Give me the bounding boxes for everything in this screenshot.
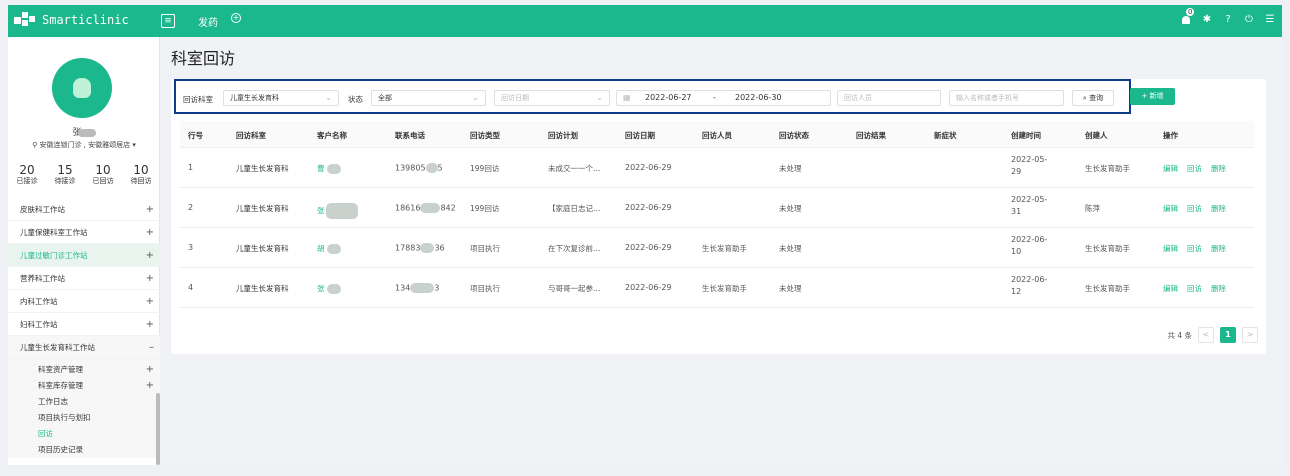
prev-page-button[interactable]: < (1198, 327, 1214, 343)
bell-icon[interactable]: 0 (1180, 8, 1195, 26)
dept-label: 回访科室 (183, 95, 213, 104)
menu-toggle-icon[interactable]: ≡ (161, 14, 175, 28)
followup-link[interactable]: 回访 (1187, 243, 1202, 254)
power-icon[interactable]: ⏻ (1243, 14, 1255, 26)
expand-icon: + (145, 273, 154, 284)
sidebar-item-growth[interactable]: 儿童生长发育科工作站 – (8, 336, 160, 359)
help-icon[interactable]: ? (1222, 14, 1234, 26)
status-select[interactable]: 全部 ⌄ (371, 90, 486, 106)
query-button[interactable]: ⌕ 查询 (1072, 90, 1114, 106)
dept-select[interactable]: 儿童生长发育科 ⌄ (223, 90, 339, 106)
caret-down-icon: ▾ (130, 141, 136, 149)
sidebar-sub-worklog[interactable]: 工作日志 (8, 394, 160, 410)
stat-waiting[interactable]: 15 待接诊 (55, 164, 76, 186)
logo-icon (14, 12, 36, 28)
edit-link[interactable]: 编辑 (1163, 163, 1178, 174)
date-type-select[interactable]: 回访日期 ⌄ (494, 90, 610, 106)
followup-link[interactable]: 回访 (1187, 163, 1202, 174)
customer-link[interactable]: 张 (317, 283, 341, 294)
stats-panel: 20 已接诊 15 待接诊 10 已回访 10 待回访 (8, 164, 160, 186)
customer-link[interactable]: 曹 (317, 163, 341, 174)
location-text: 安徽连锁门诊 , 安徽雅颂居店 (39, 141, 131, 149)
header-title[interactable]: 发药 (198, 14, 218, 29)
top-bar: Smarticlinic ≡ 发药 + 0 ✱ ? ⏻ ☰ (8, 5, 1282, 37)
stat-visited[interactable]: 10 已回访 (93, 164, 114, 186)
sidebar: 张 ⚲ 安徽连锁门诊 , 安徽雅颂居店 ▾ 20 已接诊 15 待接诊 10 已回访 … (8, 37, 160, 465)
sidebar-sub-assets[interactable]: 科室资产管理 + (8, 362, 160, 378)
sidebar-item-nutrition[interactable]: 营养科工作站 + (8, 267, 160, 290)
followup-link[interactable]: 回访 (1187, 283, 1202, 294)
app-name: Smarticlinic (42, 13, 129, 27)
expand-icon: + (145, 227, 154, 238)
expand-icon: + (145, 204, 154, 215)
sidebar-sub-history[interactable]: 项目历史记录 (8, 442, 160, 458)
content-card: 回访科室 儿童生长发育科 ⌄ 状态 全部 ⌄ 回访日期 ⌄ ▦ 2022-06-27 … (171, 79, 1266, 354)
chevron-down-icon: ⌄ (596, 93, 603, 102)
sidebar-item-allergy[interactable]: 儿童过敏门诊工作站 + (8, 244, 160, 267)
delete-link[interactable]: 删除 (1211, 283, 1226, 294)
hand-icon (73, 78, 91, 98)
expand-icon: + (145, 250, 154, 261)
page-title: 科室回访 (171, 49, 236, 68)
redaction (77, 128, 96, 137)
sidebar-item-gynecology[interactable]: 妇科工作站 + (8, 313, 160, 336)
edit-link[interactable]: 编辑 (1163, 203, 1178, 214)
next-page-button[interactable]: > (1242, 327, 1258, 343)
sidebar-sub-execution[interactable]: 项目执行与划扣 (8, 410, 160, 426)
sidebar-item-child-health[interactable]: 儿童保健科室工作站 + (8, 221, 160, 244)
edit-link[interactable]: 编辑 (1163, 283, 1178, 294)
chevron-down-icon: ⌄ (325, 93, 332, 102)
list-icon[interactable]: ☰ (1264, 14, 1276, 26)
add-tab-icon[interactable]: + (231, 13, 241, 23)
chevron-down-icon: ⌄ (472, 93, 479, 102)
pagination: 共 4 条 < 1 > (1167, 327, 1258, 343)
date-start: 2022-06-27 (645, 93, 692, 102)
sidebar-item-dermatology[interactable]: 皮肤科工作站 + (8, 198, 160, 221)
sidebar-sub-inventory[interactable]: 科室库存管理 + (8, 378, 160, 394)
app-logo[interactable]: Smarticlinic (14, 12, 129, 28)
stat-to-visit[interactable]: 10 待回访 (131, 164, 152, 186)
calendar-icon: ▦ (623, 93, 631, 102)
filter-bar: 回访科室 儿童生长发育科 ⌄ 状态 全部 ⌄ 回访日期 ⌄ ▦ 2022-06-27 … (174, 79, 1131, 114)
notification-badge: 0 (1186, 8, 1195, 16)
delete-link[interactable]: 删除 (1211, 243, 1226, 254)
expand-icon: + (145, 364, 154, 375)
page-1-button[interactable]: 1 (1220, 327, 1236, 343)
table-header: 行号 回访科室 客户名称 联系电话 回访类型 回访计划 回访日期 回访人员 回访… (180, 121, 1254, 148)
gear-icon[interactable]: ✱ (1201, 14, 1213, 26)
location-selector[interactable]: ⚲ 安徽连锁门诊 , 安徽雅颂居店 ▾ (8, 140, 160, 150)
followup-table: 行号 回访科室 客户名称 联系电话 回访类型 回访计划 回访日期 回访人员 回访… (180, 121, 1254, 308)
visitor-input[interactable]: 回访人员 (837, 90, 941, 106)
total-count: 共 4 条 (1167, 330, 1192, 340)
add-button[interactable]: + 新增 (1130, 88, 1175, 105)
avatar[interactable] (52, 58, 112, 118)
date-range-picker[interactable]: ▦ 2022-06-27 - 2022-06-30 (616, 90, 831, 106)
edit-link[interactable]: 编辑 (1163, 243, 1178, 254)
date-end: 2022-06-30 (735, 93, 782, 102)
expand-icon: + (145, 296, 154, 307)
expand-icon: + (145, 319, 154, 330)
sidebar-scrollbar[interactable] (156, 393, 160, 465)
collapse-icon: – (149, 342, 154, 353)
search-input[interactable]: 输入名称或者手机号 (949, 90, 1064, 106)
table-row: 2 儿童生长发育科 张 18616 842 199回访 【家庭日志记… 2022-… (180, 188, 1254, 228)
customer-link[interactable]: 胡 (317, 243, 341, 254)
sidebar-sub-followup[interactable]: 回访 (8, 426, 160, 442)
table-row: 1 儿童生长发育科 曹 139805 5 199回访 未成交一一个… 2022-0… (180, 148, 1254, 188)
header-actions: 0 ✱ ? ⏻ ☰ (1180, 8, 1276, 26)
table-row: 4 儿童生长发育科 张 134 3 项目执行 与哥哥一起参… 2022-06-29… (180, 268, 1254, 308)
sidebar-item-internal[interactable]: 内科工作站 + (8, 290, 160, 313)
status-label: 状态 (348, 95, 363, 104)
followup-link[interactable]: 回访 (1187, 203, 1202, 214)
expand-icon: + (145, 380, 154, 391)
sidebar-nav: 皮肤科工作站 + 儿童保健科室工作站 + 儿童过敏门诊工作站 + 营养科工作站 + 内科… (8, 198, 160, 458)
app-frame: Smarticlinic ≡ 发药 + 0 ✱ ? ⏻ ☰ 张 ⚲ 安徽连锁门诊… (8, 5, 1282, 465)
delete-link[interactable]: 删除 (1211, 163, 1226, 174)
stat-received[interactable]: 20 已接诊 (17, 164, 38, 186)
user-name: 张 (8, 125, 160, 138)
delete-link[interactable]: 删除 (1211, 203, 1226, 214)
date-separator: - (713, 93, 716, 102)
table-row: 3 儿童生长发育科 胡 17883 36 项目执行 在下次复诊前… 2022-06… (180, 228, 1254, 268)
customer-link[interactable]: 张 (317, 203, 358, 219)
